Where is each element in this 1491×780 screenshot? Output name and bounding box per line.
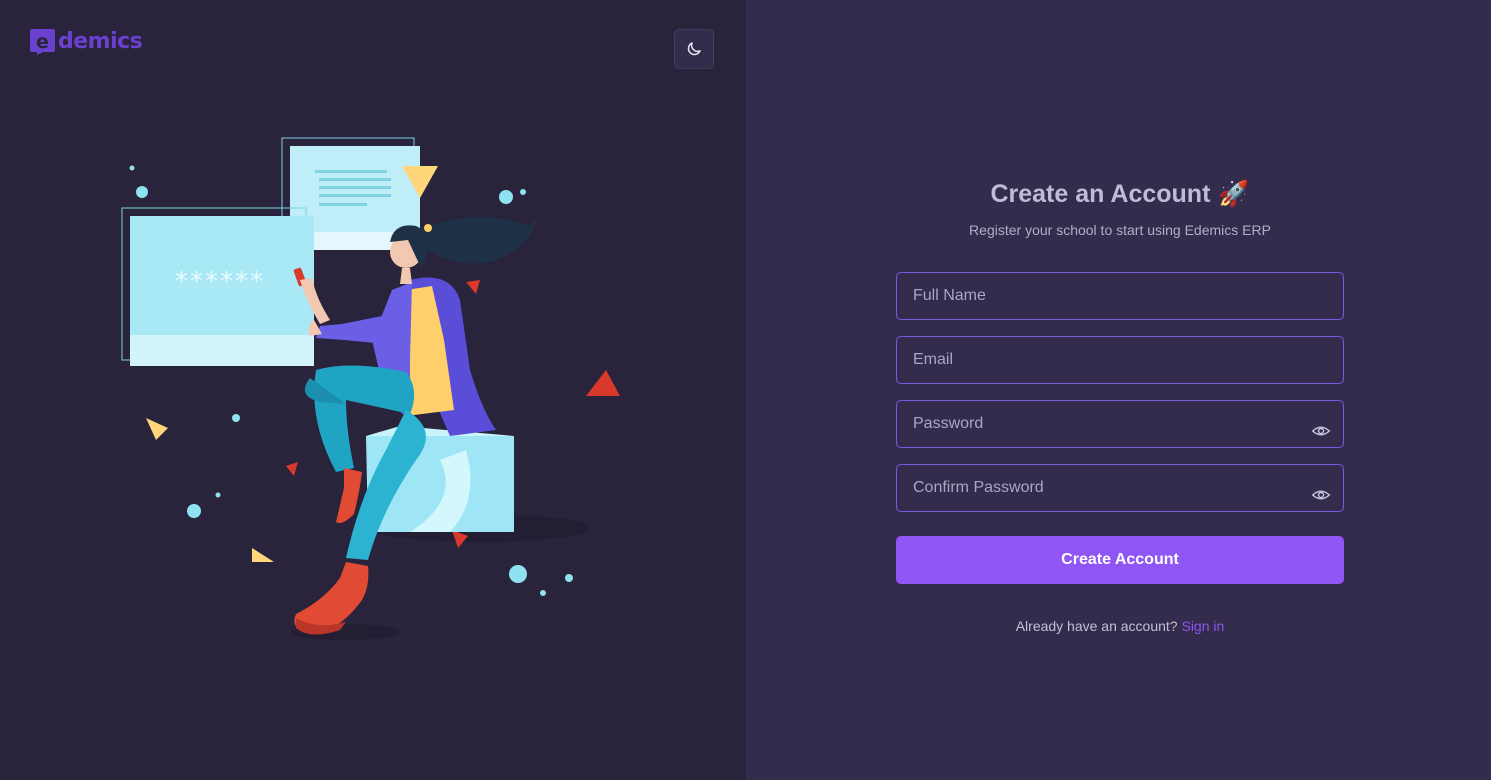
logo-letter: e (36, 31, 49, 53)
title-text: Create an Account (990, 180, 1211, 208)
brand-name: demics (58, 29, 143, 54)
password-input[interactable] (897, 401, 1343, 447)
confirm-password-field (896, 464, 1344, 512)
confirm-password-input[interactable] (897, 465, 1343, 511)
eye-icon[interactable] (1311, 485, 1331, 505)
page-subtitle: Register your school to start using Edem… (969, 222, 1271, 238)
password-field (896, 400, 1344, 448)
eye-icon[interactable] (1311, 421, 1331, 441)
full-name-input[interactable] (897, 273, 1343, 319)
form-panel: Create an Account 🚀 Register your school… (746, 0, 1491, 780)
page-title: Create an Account 🚀 (896, 178, 1344, 210)
moon-icon (687, 42, 701, 56)
rocket-icon: 🚀 (1218, 180, 1250, 208)
signin-prompt-text: Already have an account? (1015, 618, 1178, 634)
illustration-panel: e demics ****** (0, 0, 746, 780)
logo-mark-icon: e (28, 28, 57, 56)
theme-toggle-button[interactable] (674, 29, 714, 69)
brand-logo[interactable]: e demics (28, 28, 143, 56)
signin-link[interactable]: Sign in (1181, 618, 1224, 634)
signin-prompt: Already have an account? Sign in (896, 616, 1344, 636)
email-input[interactable] (897, 337, 1343, 383)
signup-form: Create an Account 🚀 Register your school… (896, 178, 1344, 636)
password-mask-text: ****** (175, 267, 265, 297)
create-account-button[interactable]: Create Account (896, 536, 1344, 584)
email-field (896, 336, 1344, 384)
signup-illustration: ****** (121, 137, 620, 640)
full-name-field (896, 272, 1344, 320)
